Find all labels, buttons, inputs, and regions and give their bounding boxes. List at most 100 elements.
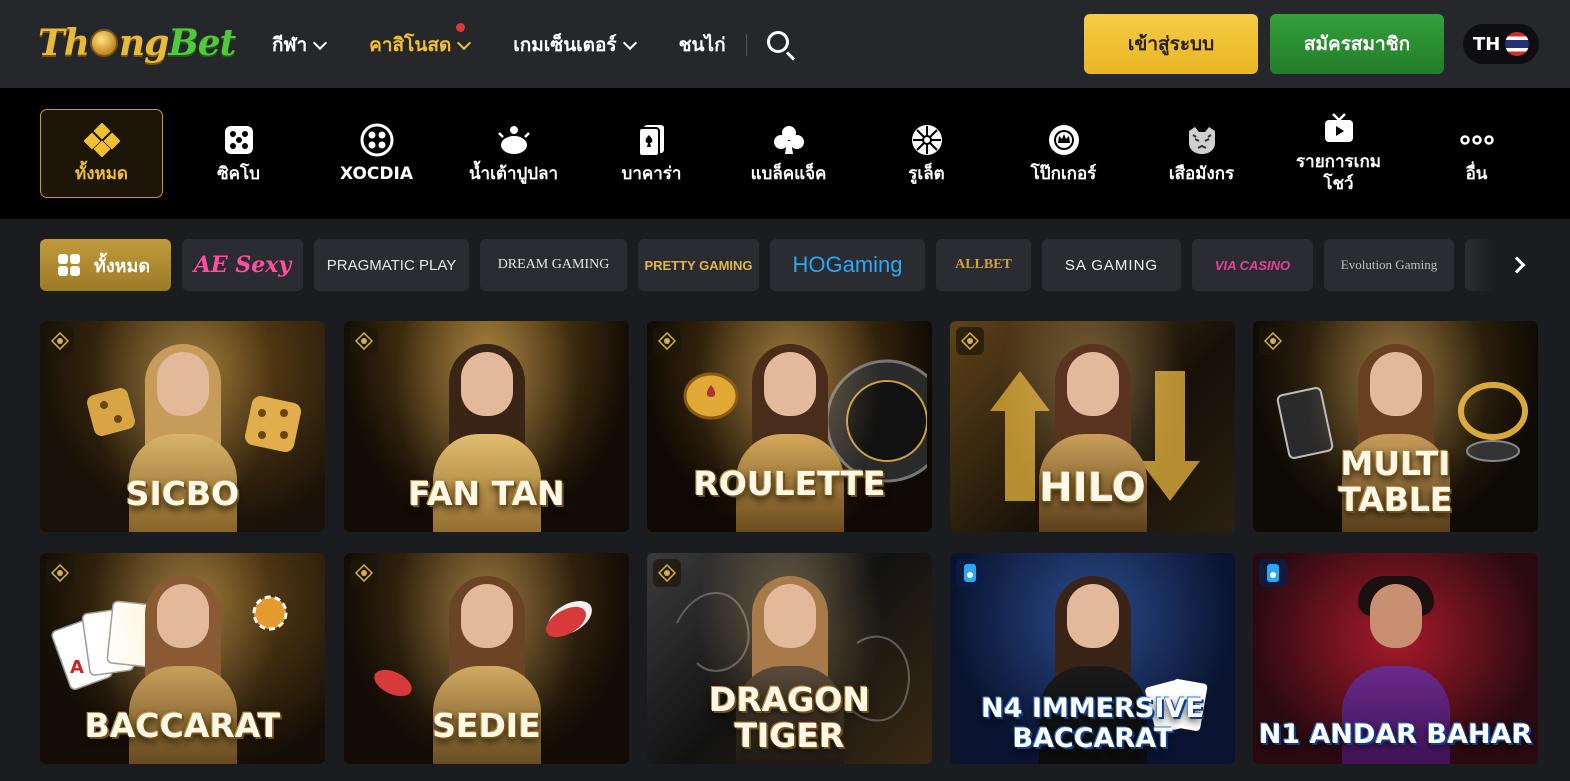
provider-name: PRETTY GAMING [644,257,753,273]
clover-icon [83,122,120,157]
thai-flag-icon [1505,32,1529,56]
site-logo[interactable]: Th ngBet [38,22,236,68]
ho-badge-icon [1259,559,1287,587]
pretty-badge-icon [46,327,74,355]
provider-allbet[interactable]: ALLBET [936,239,1031,291]
category-label: บาคาร่า [621,163,682,184]
nav-divider [745,34,747,56]
gourd-icon [497,123,531,157]
top-navbar: Th ngBet กีฬา คาสิโนสด เกมเซ็นเตอร์ ชนไก่… [0,0,1570,88]
category-label: โป๊กเกอร์ [1030,163,1097,184]
nav-item-sports[interactable]: กีฬา [272,30,328,60]
pretty-badge-icon [350,327,378,355]
xocdia-icon [360,123,394,157]
provider-all-label: ทั้งหมด [94,255,151,277]
category-dragon-tiger[interactable]: เสือมังกร [1140,109,1263,198]
nav-label: คาสิโนสด [369,34,452,56]
nav-label: ชนไก่ [678,34,726,56]
chevron-down-icon [313,35,328,50]
chevron-right-icon [1508,256,1526,274]
nav-item-live-casino[interactable]: คาสิโนสด [369,23,472,60]
category-other[interactable]: อื่น [1415,109,1538,198]
roulette-icon [910,123,944,157]
game-title: MULTI TABLE [1338,444,1453,519]
provider-sa-gaming[interactable]: SA GAMING [1042,239,1181,291]
token-decoration [546,600,592,638]
tiger-icon [1185,123,1219,157]
game-card-sedie[interactable]: SEDIE [344,553,629,764]
pretty-badge-icon [653,327,681,355]
nav-item-game-center[interactable]: เกมเซ็นเตอร์ [513,30,637,60]
chevron-down-icon [622,35,637,50]
logo-text-1: Th [38,22,90,64]
game-card-n4-immersive-baccarat[interactable]: N4 IMMERSIVE BACCARAT [950,553,1235,764]
category-all[interactable]: ทั้งหมด [40,109,163,198]
category-fish-prawn-crab[interactable]: น้ำเต้าปูปลา [452,109,575,198]
provider-via-casino[interactable]: VIA CASINO [1192,239,1313,291]
category-poker[interactable]: โป๊กเกอร์ [1002,109,1125,198]
category-label: XOCDIA [339,163,414,184]
provider-name: HOGaming [792,252,903,277]
chevron-down-icon [457,35,472,50]
provider-all-button[interactable]: ทั้งหมด [40,239,171,291]
dice-decoration [245,396,301,452]
game-card-dragon-tiger[interactable]: DRAGON TIGER [647,553,932,764]
game-title: N4 IMMERSIVE BACCARAT [981,693,1204,754]
category-game-show[interactable]: รายการเกม โชว์ [1277,98,1400,208]
category-label: ซิคโบ [217,163,260,184]
category-xocdia[interactable]: XOCDIA [315,109,438,198]
notification-dot [456,23,466,32]
category-bar: ทั้งหมด ซิคโบ XOCDIA น้ำเต้าปูปลา บาคาร่… [0,88,1570,219]
provider-name: AE Sexy [193,252,292,278]
category-sicbo[interactable]: ซิคโบ [177,109,300,198]
language-code: TH [1473,33,1501,55]
search-icon[interactable] [765,29,797,61]
provider-ho-gaming[interactable]: HOGaming [770,239,925,291]
category-label: น้ำเต้าปูปลา [468,163,559,184]
category-baccarat[interactable]: บาคาร่า [590,109,713,198]
game-card-fan-tan[interactable]: FAN TAN [344,321,629,532]
game-card-roulette[interactable]: ROULETTE [647,321,932,532]
nav-item-cockfight[interactable]: ชนไก่ [679,30,726,60]
pretty-badge-icon [46,559,74,587]
provider-name: PRAGMATIC PLAY [326,256,457,274]
provider-scroll-next-button[interactable] [1466,239,1538,291]
game-title: N1 ANDAR BAHAR [1258,719,1533,750]
pretty-badge-icon [350,559,378,587]
provider-ae-sexy[interactable]: AE Sexy [182,239,303,291]
category-roulette[interactable]: รูเล็ต [865,109,988,198]
game-title: ROULETTE [693,464,886,503]
logo-text-3: Bet [168,22,236,64]
grid-icon [58,254,80,276]
category-label-line2: โชว์ [1323,174,1354,194]
category-label: รายการเกม [1296,152,1381,172]
category-label: รูเล็ต [908,163,945,184]
pretty-badge-icon [653,559,681,587]
language-selector[interactable]: TH [1463,24,1539,64]
pretty-badge-icon [1259,327,1287,355]
login-button[interactable]: เข้าสู่ระบบ [1084,14,1258,74]
pretty-badge-icon [956,327,984,355]
provider-dream-gaming[interactable]: DREAM GAMING [480,239,627,291]
dice-icon [222,123,256,157]
category-blackjack[interactable]: แบล็คแจ็ค [727,109,850,198]
logo-coin-icon [89,29,118,57]
game-card-baccarat[interactable]: A BACCARAT [40,553,325,764]
provider-name: ALLBET [955,257,1012,272]
provider-pretty-gaming[interactable]: PRETTY GAMING [638,239,759,291]
club-icon [772,123,806,157]
game-title: SEDIE [432,706,541,745]
game-title: BACCARAT [84,706,281,745]
game-card-sicbo[interactable]: SICBO [40,321,325,532]
game-card-n1-andar-bahar[interactable]: N1 ANDAR BAHAR [1253,553,1538,764]
game-card-multi-table[interactable]: MULTI TABLE [1253,321,1538,532]
provider-name: DREAM GAMING [497,257,610,272]
provider-pragmatic-play[interactable]: PRAGMATIC PLAY [314,239,469,291]
category-label: แบล็คแจ็ค [750,163,827,184]
register-button[interactable]: สมัครสมาชิก [1270,14,1444,74]
category-label: เสือมังกร [1168,163,1235,184]
chip-decoration [683,372,739,420]
token-decoration [374,669,412,697]
game-card-hilo[interactable]: HILO [950,321,1235,532]
provider-evolution-gaming[interactable]: Evolution Gaming [1324,239,1454,291]
